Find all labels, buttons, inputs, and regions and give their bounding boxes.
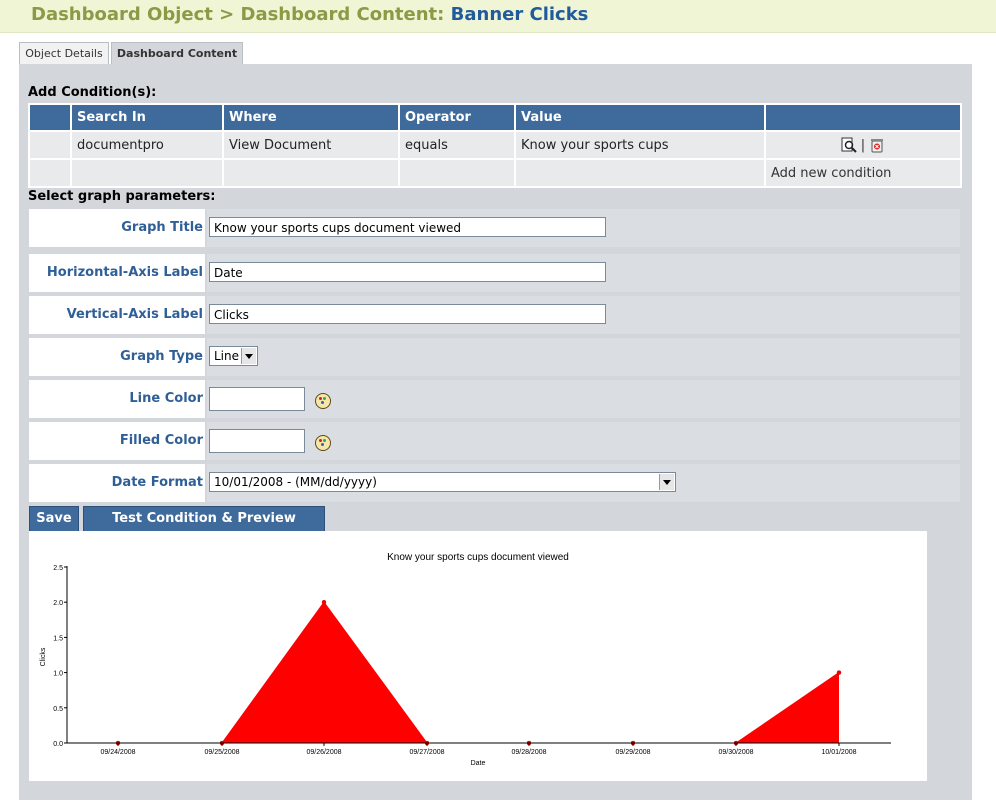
y-tick-label: 2.5 (53, 565, 63, 572)
save-button[interactable]: Save (29, 506, 79, 532)
line-color-label: Line Color (29, 380, 205, 418)
param-value-area (207, 380, 960, 418)
param-row-date-format: Date Format 10/01/2008 - (MM/dd/yyyy) (29, 464, 960, 502)
chevron-down-icon[interactable] (241, 348, 256, 364)
param-value-area: Date (207, 254, 960, 292)
x-tick-label: 09/26/2008 (306, 749, 341, 756)
horizontal-axis-input[interactable]: Date (209, 262, 606, 282)
x-tick-label: 09/29/2008 (615, 749, 650, 756)
series-line (118, 601, 840, 744)
area-chart: Know your sports cups document viewed 0.0… (40, 552, 891, 767)
y-tick-label: 1.5 (53, 635, 63, 642)
param-row-graph-title: Graph Title Know your sports cups docume… (29, 209, 960, 247)
param-row-graph-type: Graph Type Line (29, 338, 960, 376)
row-spacer-cell (28, 130, 72, 160)
color-palette-icon[interactable] (315, 393, 331, 409)
empty-cell (28, 158, 72, 188)
param-value-area: Line (207, 338, 960, 376)
graph-title-input[interactable]: Know your sports cups document viewed (209, 217, 606, 237)
y-tick-label: 2.0 (53, 600, 63, 607)
y-tick-label: 0.0 (53, 741, 63, 748)
empty-cell (398, 158, 516, 188)
cell-search-in: documentpro (70, 130, 224, 160)
horizontal-axis-label: Horizontal-Axis Label (29, 254, 205, 292)
empty-cell (222, 158, 400, 188)
graph-type-select[interactable]: Line (209, 346, 258, 366)
param-value-area: Know your sports cups document viewed (207, 209, 960, 247)
x-tick-label: 09/27/2008 (409, 749, 444, 756)
table-row-add: Add new condition (28, 158, 962, 188)
date-format-selected: 10/01/2008 - (MM/dd/yyyy) (214, 475, 377, 489)
graph-title-label: Graph Title (29, 209, 205, 247)
graph-type-selected: Line (214, 349, 240, 363)
column-header-actions (764, 103, 962, 132)
line-color-input[interactable] (209, 387, 305, 411)
date-format-select[interactable]: 10/01/2008 - (MM/dd/yyyy) (209, 472, 676, 492)
column-header-operator: Operator (398, 103, 516, 132)
x-tick-label: 10/01/2008 (821, 749, 856, 756)
date-format-label: Date Format (29, 464, 205, 502)
column-header-search-in: Search In (70, 103, 224, 132)
filled-color-input[interactable] (209, 429, 305, 453)
cell-value: Know your sports cups (514, 130, 766, 160)
param-value-area: Clicks (207, 296, 960, 334)
chart-title: Know your sports cups document viewed (387, 552, 569, 563)
graph-type-label: Graph Type (29, 338, 205, 376)
search-preview-icon[interactable] (841, 137, 857, 153)
conditions-section-label: Add Condition(s): (28, 85, 157, 100)
graph-params-section-label: Select graph parameters: (28, 189, 216, 204)
action-separator: | (860, 137, 866, 153)
x-tick-label: 09/24/2008 (100, 749, 135, 756)
data-point (321, 599, 327, 605)
tab-dashboard-content[interactable]: Dashboard Content (111, 42, 243, 65)
cell-operator: equals (398, 130, 516, 160)
param-value-area: 10/01/2008 - (MM/dd/yyyy) (207, 464, 960, 502)
param-row-line-color: Line Color (29, 380, 960, 418)
param-value-area (207, 422, 960, 460)
tab-object-details[interactable]: Object Details (19, 42, 109, 65)
y-tick-label: 0.5 (53, 706, 63, 713)
chevron-down-icon[interactable] (659, 474, 674, 490)
page-title: Dashboard Object > Dashboard Content: Ba… (31, 4, 588, 25)
delete-icon[interactable] (869, 137, 885, 153)
table-row: documentpro View Document equals Know yo… (28, 130, 962, 160)
column-header-where: Where (222, 103, 400, 132)
param-row-horizontal-axis: Horizontal-Axis Label Date (29, 254, 960, 292)
color-palette-icon[interactable] (315, 435, 331, 451)
empty-cell (514, 158, 766, 188)
chart-container: Know your sports cups document viewed 0.0… (29, 531, 927, 781)
x-axis-label: Date (471, 760, 486, 767)
page-header: Dashboard Object > Dashboard Content: Ba… (0, 0, 996, 33)
x-tick-label: 09/25/2008 (204, 749, 239, 756)
column-header-blank (28, 103, 72, 132)
add-new-condition-link[interactable]: Add new condition (764, 158, 962, 188)
x-tick-label: 09/30/2008 (718, 749, 753, 756)
cell-where: View Document (222, 130, 400, 160)
conditions-table: Search In Where Operator Value documentp… (28, 103, 962, 188)
data-point (836, 670, 842, 675)
x-tick-label: 09/28/2008 (511, 749, 546, 756)
footnote (31, 806, 431, 812)
y-tick-label: 1.0 (53, 671, 63, 678)
param-row-vertical-axis: Vertical-Axis Label Clicks (29, 296, 960, 334)
column-header-value: Value (514, 103, 766, 132)
breadcrumb: Dashboard Object > Dashboard Content: (31, 4, 445, 25)
row-actions-cell: | (764, 130, 962, 160)
vertical-axis-label: Vertical-Axis Label (29, 296, 205, 334)
param-row-filled-color: Filled Color (29, 422, 960, 460)
y-axis-label: Clicks (40, 647, 47, 666)
current-item-title: Banner Clicks (450, 4, 589, 25)
vertical-axis-input[interactable]: Clicks (209, 304, 606, 324)
conditions-header-row: Search In Where Operator Value (28, 103, 962, 132)
filled-color-label: Filled Color (29, 422, 205, 460)
empty-cell (70, 158, 224, 188)
area-series (118, 602, 839, 743)
test-preview-button[interactable]: Test Condition & Preview (83, 506, 325, 532)
